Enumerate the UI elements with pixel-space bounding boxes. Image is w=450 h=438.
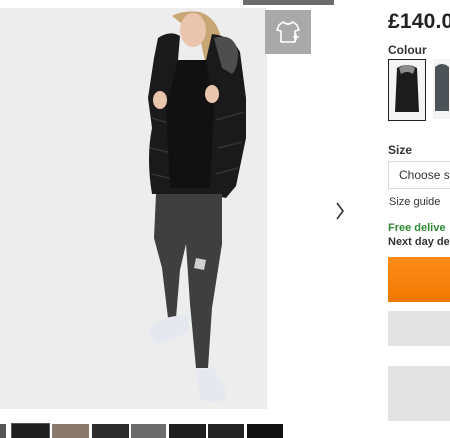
thumbnail-strip — [0, 423, 290, 438]
next-day-text: Next day de — [388, 236, 450, 248]
colour-swatch-grey[interactable] — [433, 59, 450, 121]
thumbnail[interactable] — [247, 424, 283, 438]
next-image-button[interactable] — [330, 200, 350, 226]
add-to-bag-button[interactable] — [388, 257, 450, 302]
free-delivery-text: Free delive — [388, 222, 446, 234]
product-image[interactable] — [0, 8, 267, 409]
size-label: Size — [388, 143, 413, 157]
swatch-image — [433, 59, 450, 119]
chevron-right-icon — [335, 202, 345, 225]
thumbnail[interactable] — [131, 424, 166, 438]
wishlist-button[interactable] — [388, 311, 450, 346]
colour-swatch-black[interactable] — [388, 59, 426, 121]
product-price: £140.0 — [388, 10, 450, 33]
tshirt-plus-icon — [275, 19, 301, 45]
thumbnail[interactable] — [92, 424, 129, 438]
try-on-button[interactable] — [265, 10, 311, 54]
thumbnail[interactable] — [0, 424, 6, 438]
thumbnail[interactable] — [208, 424, 244, 438]
size-guide-link[interactable]: Size guide — [389, 196, 440, 208]
thumbnail[interactable] — [169, 424, 206, 438]
secondary-action-button[interactable] — [388, 366, 450, 421]
swatch-image — [389, 60, 425, 120]
header-strip — [243, 0, 334, 5]
thumbnail[interactable] — [52, 424, 89, 438]
size-select[interactable]: Choose s — [388, 161, 450, 189]
colour-label: Colour — [388, 43, 427, 57]
thumbnail[interactable] — [11, 423, 50, 438]
model-illustration — [0, 8, 267, 409]
